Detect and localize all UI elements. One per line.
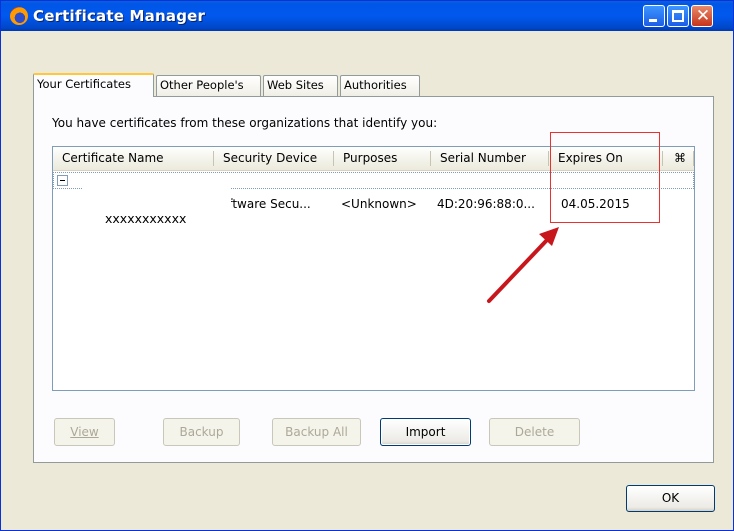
tab-your-certificates[interactable]: Your Certificates: [33, 73, 154, 97]
annotation-arrow-shaft: [487, 238, 549, 303]
certificate-manager-window: Certificate Manager ✕ Your Certificates …: [0, 0, 734, 531]
